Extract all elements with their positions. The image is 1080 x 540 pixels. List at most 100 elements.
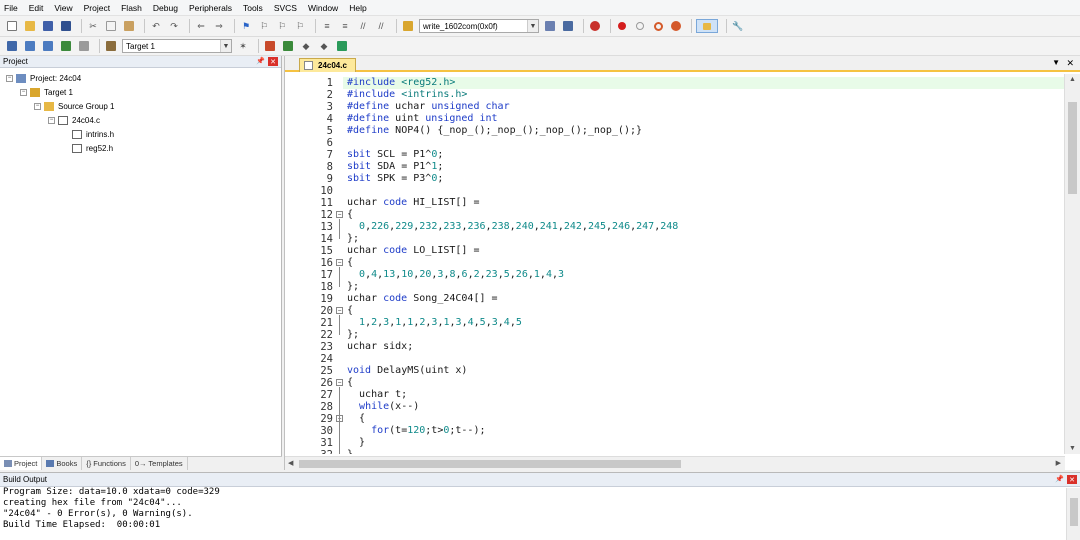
code-line[interactable]: 20−{ — [285, 305, 1065, 317]
menu-svcs[interactable]: SVCS — [274, 3, 297, 13]
rebuild-icon[interactable] — [41, 39, 55, 53]
code-line[interactable]: 25 void DelayMS(uint x) — [285, 365, 1065, 377]
scroll-thumb[interactable] — [299, 460, 681, 468]
menu-file[interactable]: File — [4, 3, 18, 13]
scroll-thumb[interactable] — [1070, 498, 1078, 526]
download-icon[interactable] — [104, 39, 118, 53]
code-line[interactable]: 5 #define NOP4() {_nop_();_nop_();_nop_()… — [285, 125, 1065, 137]
uncomment-icon[interactable]: // — [374, 19, 388, 33]
code-line[interactable]: 8 sbit SDA = P1^1; — [285, 161, 1065, 173]
target-combo[interactable]: Target 1 ▼ — [122, 39, 232, 53]
chevron-down-icon[interactable]: ▼ — [1052, 58, 1060, 67]
menu-peripherals[interactable]: Peripherals — [189, 3, 232, 13]
tab-books[interactable]: Books — [42, 457, 83, 470]
code-line[interactable]: 13 0,226,229,232,233,236,238,240,241,242… — [285, 221, 1065, 233]
fold-toggle-icon[interactable]: − — [336, 211, 343, 218]
copy-icon[interactable] — [104, 19, 118, 33]
build-output-scrollbar[interactable] — [1066, 488, 1080, 540]
tree-node-target[interactable]: − Target 1 — [20, 86, 73, 98]
configure-icon[interactable]: 🔧 — [731, 19, 745, 33]
tree-node-source-group[interactable]: − Source Group 1 — [34, 100, 114, 112]
save-icon[interactable] — [41, 19, 55, 33]
tab-project[interactable]: Project — [0, 457, 43, 470]
pin-icon[interactable]: 📌 — [256, 57, 265, 65]
incremental-find-icon[interactable] — [561, 19, 575, 33]
code-line[interactable]: 12−{ — [285, 209, 1065, 221]
scroll-thumb[interactable] — [1068, 102, 1077, 194]
vertical-scrollbar[interactable]: ▲ ▼ — [1064, 74, 1080, 454]
menu-project[interactable]: Project — [84, 3, 110, 13]
code-line[interactable]: 4 #define uint unsigned int — [285, 113, 1065, 125]
code-line[interactable]: 11 uchar code HI_LIST[] = — [285, 197, 1065, 209]
code-line[interactable]: 26−{ — [285, 377, 1065, 389]
tree-node-header-reg52[interactable]: reg52.h — [72, 142, 113, 154]
collapse-icon[interactable]: − — [48, 116, 55, 124]
next-bookmark-icon[interactable]: ⚐ — [275, 19, 289, 33]
scroll-up-icon[interactable]: ▲ — [1069, 76, 1076, 83]
menu-edit[interactable]: Edit — [29, 3, 44, 13]
code-line[interactable]: 15 uchar code LO_LIST[] = — [285, 245, 1065, 257]
menu-window[interactable]: Window — [308, 3, 338, 13]
menu-tools[interactable]: Tools — [243, 3, 263, 13]
horizontal-scrollbar[interactable]: ◀ ▶ — [285, 456, 1065, 470]
nav-forward-icon[interactable]: ⇒ — [212, 19, 226, 33]
redo-icon[interactable]: ↷ — [167, 19, 181, 33]
bookmark-icon[interactable]: ⚑ — [239, 19, 253, 33]
code-line[interactable]: 23 uchar sidx; — [285, 341, 1065, 353]
disable-breakpoint-icon[interactable] — [633, 19, 647, 33]
disable-all-breakpoints-icon[interactable] — [651, 19, 665, 33]
clear-bookmarks-icon[interactable]: ⚐ — [293, 19, 307, 33]
build-icon[interactable] — [23, 39, 37, 53]
target-options-icon[interactable]: ✶ — [236, 39, 250, 53]
prev-bookmark-icon[interactable]: ⚐ — [257, 19, 271, 33]
indent-icon[interactable]: ≡ — [320, 19, 334, 33]
collapse-icon[interactable]: − — [6, 74, 13, 82]
code-line[interactable]: 32} — [285, 449, 1065, 454]
code-line[interactable]: 31 } — [285, 437, 1065, 449]
translate-icon[interactable] — [5, 39, 19, 53]
open-file-icon[interactable] — [23, 19, 37, 33]
save-all-icon[interactable] — [59, 19, 73, 33]
batch-build-icon[interactable] — [59, 39, 73, 53]
function-combo[interactable]: write_1602com(0x0f) ▼ — [419, 19, 539, 33]
code-line[interactable]: 9 sbit SPK = P3^0; — [285, 173, 1065, 185]
code-line[interactable]: 28 while(x--) — [285, 401, 1065, 413]
code-line[interactable]: 2 #include <intrins.h> — [285, 89, 1065, 101]
collapse-icon[interactable]: − — [20, 88, 27, 96]
code-line[interactable]: 18}; — [285, 281, 1065, 293]
code-line[interactable]: 10 — [285, 185, 1065, 197]
close-icon[interactable]: ✕ — [268, 57, 278, 66]
tree-node-project[interactable]: − Project: 24c04 — [6, 72, 81, 84]
paste-icon[interactable] — [122, 19, 136, 33]
code-line[interactable]: 22}; — [285, 329, 1065, 341]
code-line[interactable]: 3 #define uchar unsigned char — [285, 101, 1065, 113]
code-line[interactable]: 19 uchar code Song_24C04[] = — [285, 293, 1065, 305]
nav-back-icon[interactable]: ⇐ — [194, 19, 208, 33]
code-line[interactable]: 30 for(t=120;t>0;t--); — [285, 425, 1065, 437]
select-packs-icon[interactable]: ◆ — [299, 39, 313, 53]
collapse-icon[interactable]: − — [34, 102, 41, 110]
unindent-icon[interactable]: ≡ — [338, 19, 352, 33]
fold-toggle-icon[interactable]: − — [336, 379, 343, 386]
tab-24c04-c[interactable]: 24c04.c — [299, 58, 356, 72]
code-text-area[interactable]: 1 #include <reg52.h> 2 #include <intrins.h>… — [285, 74, 1065, 454]
code-line[interactable]: 17 0,4,13,10,20,3,8,6,2,23,5,26,1,4,3 — [285, 269, 1065, 281]
menu-flash[interactable]: Flash — [121, 3, 142, 13]
code-line[interactable]: 24 — [285, 353, 1065, 365]
window-layout-icon[interactable] — [696, 19, 718, 33]
code-line[interactable]: 14}; — [285, 233, 1065, 245]
code-line[interactable]: 27 uchar t; — [285, 389, 1065, 401]
tree-node-header-intrins[interactable]: intrins.h — [72, 128, 114, 140]
pin-icon[interactable]: 📌 — [1055, 475, 1064, 483]
chevron-down-icon[interactable]: ▼ — [220, 40, 231, 52]
code-line[interactable]: 16−{ — [285, 257, 1065, 269]
comment-icon[interactable]: // — [356, 19, 370, 33]
stop-build-icon[interactable] — [77, 39, 91, 53]
chevron-down-icon[interactable]: ▼ — [527, 20, 538, 32]
scroll-right-icon[interactable]: ▶ — [1056, 459, 1061, 467]
code-line[interactable]: 6 — [285, 137, 1065, 149]
scroll-left-icon[interactable]: ◀ — [288, 459, 293, 467]
run-time-env-icon[interactable]: ◆ — [317, 39, 331, 53]
kill-breakpoints-icon[interactable] — [669, 19, 683, 33]
tree-node-source-file[interactable]: − 24c04.c — [48, 114, 100, 126]
